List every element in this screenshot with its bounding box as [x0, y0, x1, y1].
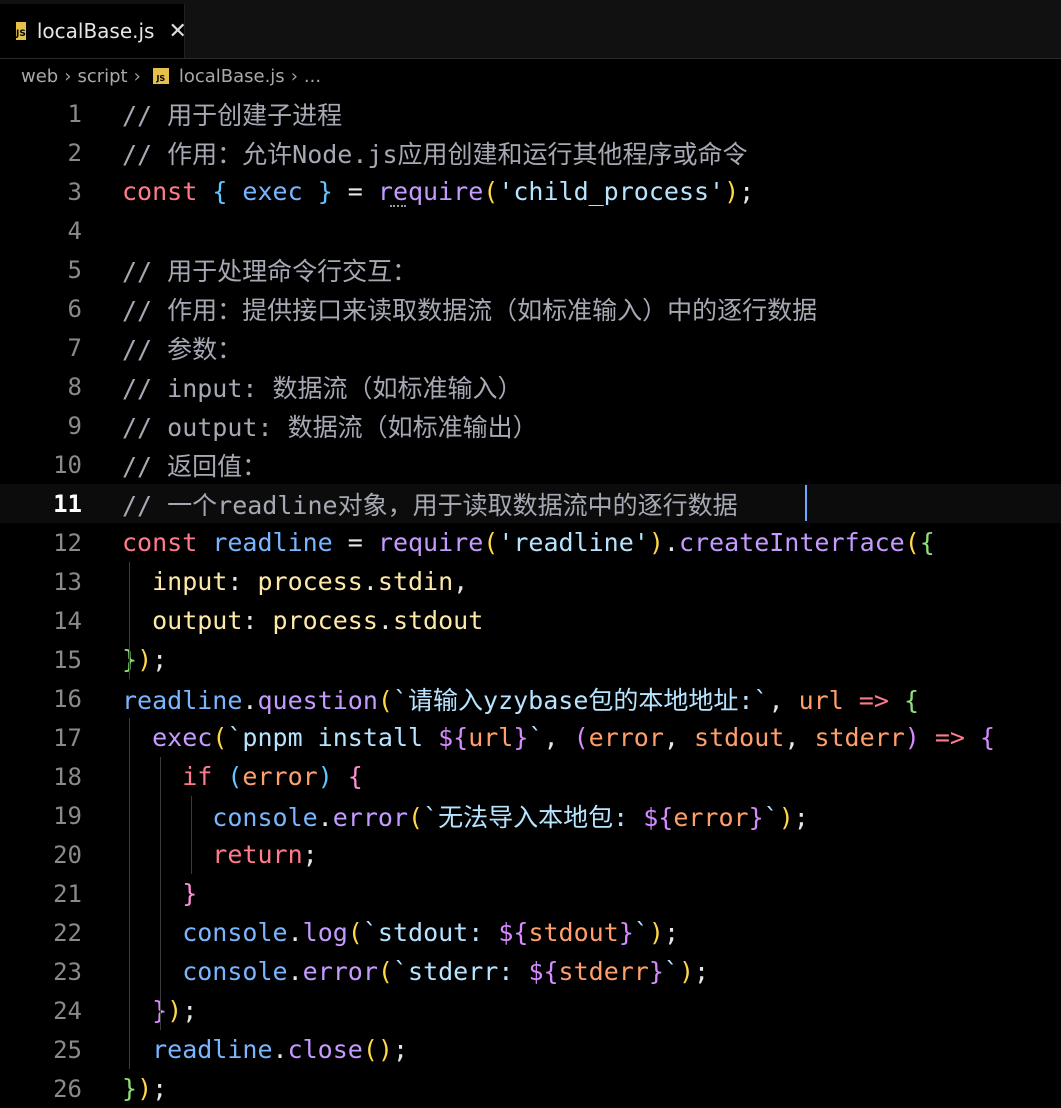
indent-guide	[129, 562, 130, 679]
breadcrumb-item-script[interactable]: script	[77, 66, 127, 87]
code-line[interactable]: 11 // 一个readline对象，用于读取数据流中的逐行数据	[0, 484, 1061, 523]
code-line[interactable]: 7 // 参数：	[0, 328, 1061, 367]
hint-squiggle	[390, 205, 406, 207]
code-text: console.error(`无法导入本地包: ${error}`);	[122, 802, 809, 832]
line-number: 10	[53, 450, 82, 479]
line-number: 21	[53, 879, 82, 908]
line-number: 19	[53, 801, 82, 830]
code-line[interactable]: 5 // 用于处理命令行交互：	[0, 250, 1061, 289]
code-line[interactable]: 17 exec(`pnpm install ${url}`, (error, s…	[0, 718, 1061, 757]
code-text: output: process.stdout	[122, 606, 484, 635]
line-number: 2	[67, 138, 82, 167]
code-line[interactable]: 9 // output: 数据流（如标准输出）	[0, 406, 1061, 445]
js-file-icon: JS	[16, 22, 26, 40]
code-text: exec(`pnpm install ${url}`, (error, stdo…	[122, 723, 996, 752]
code-text: // 参数：	[122, 334, 243, 364]
line-number: 20	[53, 840, 82, 869]
code-text: // 作用：允许Node.js应用创建和运行其他程序或命令	[122, 139, 748, 169]
chevron-right-icon: ›	[64, 65, 72, 87]
code-text: // output: 数据流（如标准输出）	[122, 412, 538, 442]
line-number: 26	[53, 1074, 82, 1103]
line-number: 7	[67, 333, 82, 362]
code-line[interactable]: 16 readline.question(`请输入yzybase包的本地地址:`,…	[0, 679, 1061, 718]
code-line[interactable]: 2 // 作用：允许Node.js应用创建和运行其他程序或命令	[0, 133, 1061, 172]
code-line[interactable]: 13 input: process.stdin,	[0, 562, 1061, 601]
line-number: 1	[67, 99, 82, 128]
line-number: 11	[53, 489, 82, 518]
line-number: 4	[67, 216, 82, 245]
line-number: 5	[67, 255, 82, 284]
breadcrumb: web › script › JS localBase.js › ...	[0, 58, 1061, 94]
code-text: return;	[122, 840, 318, 869]
code-text: if (error) {	[122, 762, 363, 791]
code-text: // 作用：提供接口来读取数据流（如标准输入）中的逐行数据	[122, 295, 818, 325]
js-file-icon: JS	[152, 68, 169, 84]
line-number: 25	[53, 1035, 82, 1064]
tab-label: localBase.js	[36, 19, 155, 43]
line-number: 23	[53, 957, 82, 986]
indent-guide	[160, 757, 161, 1030]
line-number: 14	[53, 606, 82, 635]
breadcrumb-item-file[interactable]: localBase.js	[179, 66, 285, 87]
code-line[interactable]: 3 const { exec } = require('child_process…	[0, 172, 1061, 211]
tab-bar: JS localBase.js ✕	[0, 0, 1061, 59]
code-text: readline.close();	[122, 1035, 409, 1064]
code-text: // input: 数据流（如标准输入）	[122, 373, 523, 403]
line-number: 15	[53, 645, 82, 674]
code-line[interactable]: 15});	[0, 640, 1061, 679]
line-number: 8	[67, 372, 82, 401]
line-number: 3	[67, 177, 82, 206]
line-number: 18	[53, 762, 82, 791]
indent-guide	[191, 796, 192, 874]
code-line[interactable]: 25 readline.close();	[0, 1030, 1061, 1069]
code-text: readline.question(`请输入yzybase包的本地地址:`, u…	[122, 685, 920, 715]
text-cursor	[805, 485, 807, 521]
line-number: 6	[67, 294, 82, 323]
editor-tab[interactable]: JS localBase.js ✕	[0, 4, 187, 58]
line-number: 17	[53, 723, 82, 752]
line-number: 24	[53, 996, 82, 1025]
close-icon[interactable]: ✕	[168, 19, 186, 44]
code-text: });	[122, 1074, 168, 1103]
line-number: 16	[53, 684, 82, 713]
code-line[interactable]: 6 // 作用：提供接口来读取数据流（如标准输入）中的逐行数据	[0, 289, 1061, 328]
code-text: // 返回值：	[122, 451, 268, 481]
code-line[interactable]: 14 output: process.stdout	[0, 601, 1061, 640]
breadcrumb-item-symbols[interactable]: ...	[304, 66, 321, 87]
code-text: input: process.stdin,	[122, 567, 469, 596]
code-line[interactable]: 1 // 用于创建子进程	[0, 94, 1061, 133]
code-text: // 一个readline对象，用于读取数据流中的逐行数据	[122, 490, 738, 520]
line-number: 9	[67, 411, 82, 440]
code-editor[interactable]: 1 // 用于创建子进程 2 // 作用：允许Node.js应用创建和运行其他程序或命…	[0, 94, 1061, 1105]
code-text: // 用于处理命令行交互：	[122, 256, 418, 286]
chevron-right-icon: ›	[290, 65, 298, 87]
indent-guide	[129, 718, 130, 1069]
chevron-right-icon: ›	[133, 65, 141, 87]
code-line[interactable]: 12 const readline = require('readline').c…	[0, 523, 1061, 562]
code-line[interactable]: 10 // 返回值：	[0, 445, 1061, 484]
code-line[interactable]: 4	[0, 211, 1061, 250]
code-text: console.error(`stderr: ${stderr}`);	[122, 957, 710, 986]
line-number: 22	[53, 918, 82, 947]
code-line[interactable]: 8 // input: 数据流（如标准输入）	[0, 367, 1061, 406]
code-text: console.log(`stdout: ${stdout}`);	[122, 918, 679, 947]
code-text: // 用于创建子进程	[122, 100, 343, 130]
line-number: 12	[53, 528, 82, 557]
code-text: const { exec } = require('child_process'…	[122, 177, 755, 206]
code-text: const readline = require('readline').cre…	[122, 528, 935, 557]
breadcrumb-item-web[interactable]: web	[21, 66, 58, 87]
code-line[interactable]: 26});	[0, 1069, 1061, 1108]
line-number: 13	[53, 567, 82, 596]
